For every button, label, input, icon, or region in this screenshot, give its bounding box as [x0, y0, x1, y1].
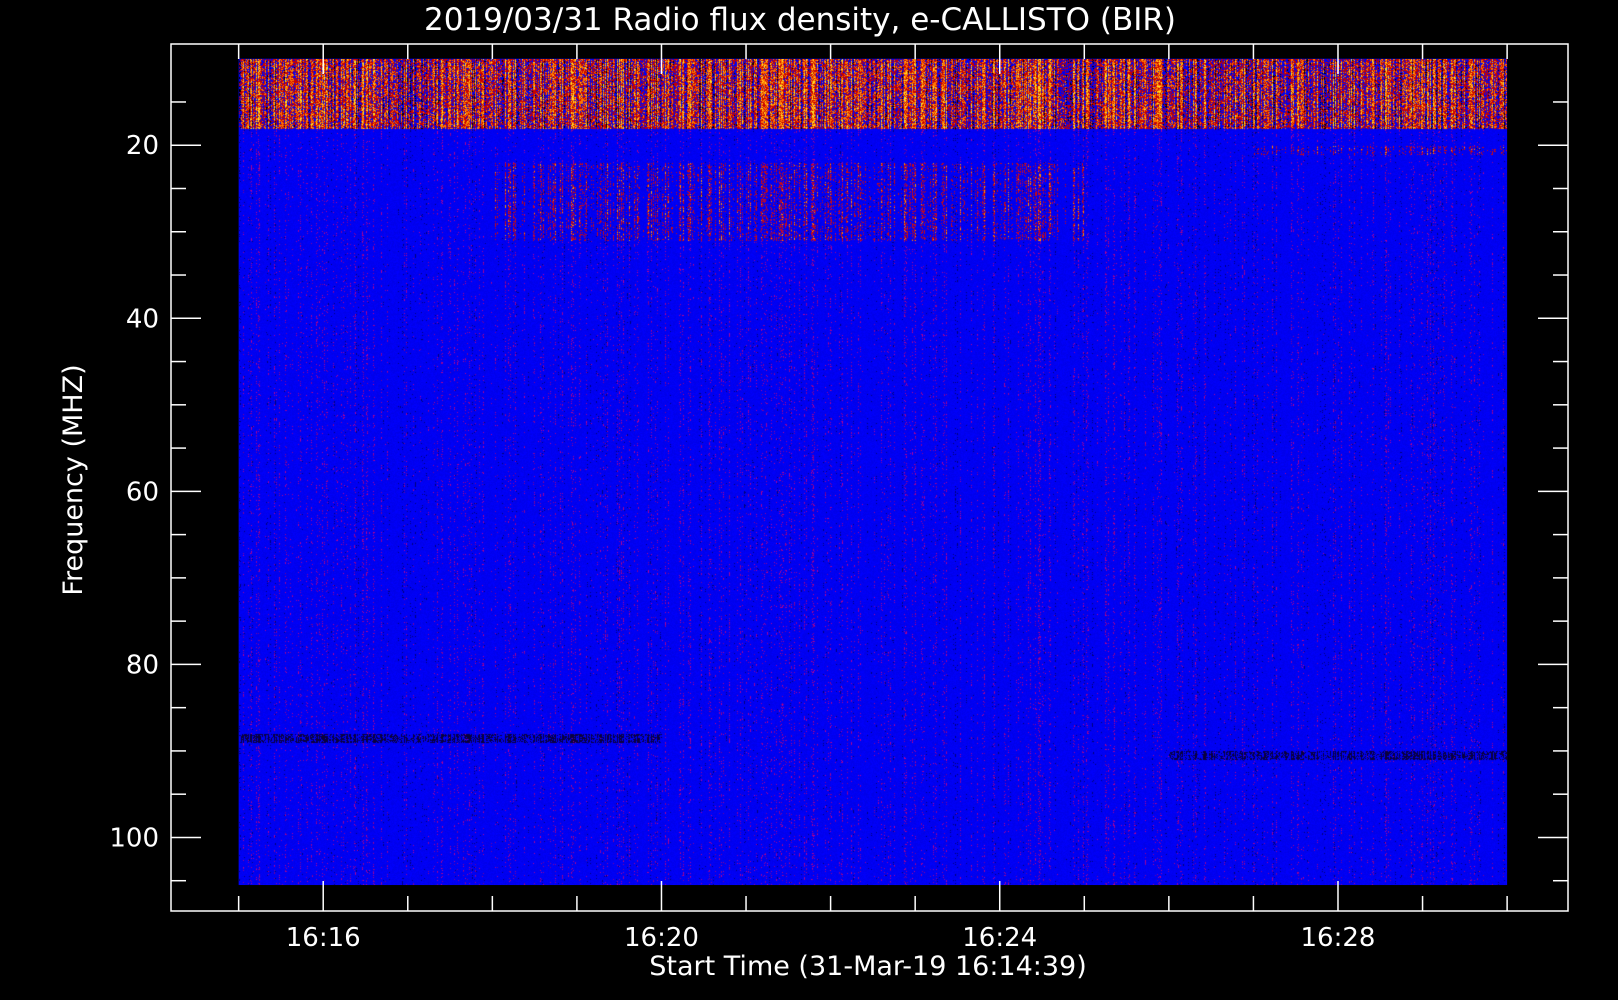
- x-axis-label: Start Time (31-Mar-19 16:14:39): [649, 951, 1087, 982]
- chart-title: 2019/03/31 Radio flux density, e-CALLIST…: [424, 2, 1176, 38]
- x-tick-label: 16:16: [286, 923, 361, 953]
- y-tick-label: 20: [126, 131, 159, 161]
- x-tick-label: 16:20: [624, 923, 699, 953]
- y-axis-label: Frequency (MHZ): [58, 364, 89, 595]
- x-tick-label: 16:24: [962, 923, 1037, 953]
- y-tick-label: 40: [126, 304, 159, 334]
- y-tick-label: 60: [126, 477, 159, 507]
- spectrogram-chart: 2019/03/31 Radio flux density, e-CALLIST…: [58, 2, 1569, 982]
- heatmap-canvas-holder: [238, 58, 1507, 885]
- y-tick-label: 100: [109, 823, 159, 853]
- y-tick-label: 80: [126, 650, 159, 680]
- plot-area: [238, 58, 1508, 886]
- x-tick-label: 16:28: [1301, 923, 1376, 953]
- heatmap-canvas: [238, 58, 1507, 885]
